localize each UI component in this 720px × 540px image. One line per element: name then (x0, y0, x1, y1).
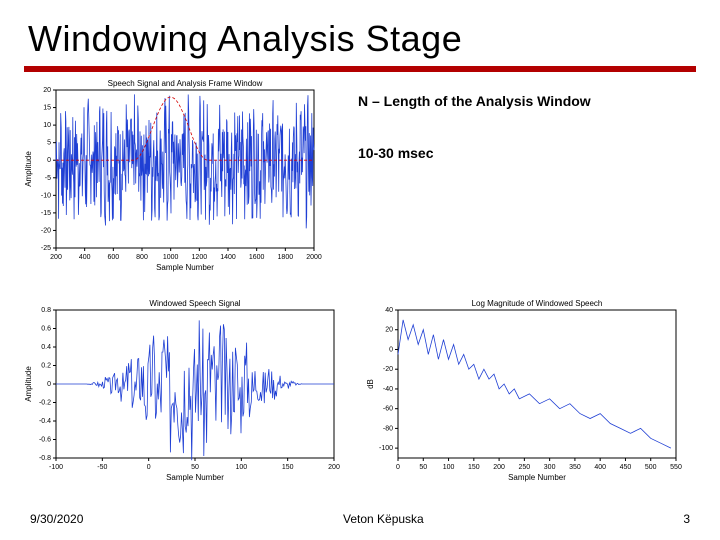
svg-text:150: 150 (468, 464, 480, 471)
svg-text:-0.6: -0.6 (39, 437, 51, 444)
svg-text:550: 550 (670, 464, 682, 471)
svg-text:-0.4: -0.4 (39, 418, 51, 425)
svg-text:0.8: 0.8 (41, 307, 51, 314)
svg-text:200: 200 (493, 464, 505, 471)
svg-text:dB: dB (366, 379, 375, 389)
svg-text:Sample Number: Sample Number (156, 263, 214, 272)
svg-text:1000: 1000 (163, 254, 179, 261)
svg-text:500: 500 (645, 464, 657, 471)
svg-text:200: 200 (50, 254, 62, 261)
svg-text:40: 40 (385, 307, 393, 314)
svg-text:Speech Signal and Analysis Fra: Speech Signal and Analysis Frame Window (108, 79, 263, 88)
svg-text:1400: 1400 (220, 254, 236, 261)
svg-text:-20: -20 (383, 366, 393, 373)
svg-text:300: 300 (544, 464, 556, 471)
svg-text:50: 50 (191, 464, 199, 471)
svg-text:250: 250 (519, 464, 531, 471)
svg-text:0.6: 0.6 (41, 326, 51, 333)
svg-text:-100: -100 (379, 445, 393, 452)
svg-text:Sample Number: Sample Number (166, 473, 224, 482)
svg-text:100: 100 (443, 464, 455, 471)
svg-text:200: 200 (328, 464, 340, 471)
svg-text:-10: -10 (41, 192, 51, 199)
svg-text:Sample Number: Sample Number (508, 473, 566, 482)
svg-text:400: 400 (79, 254, 91, 261)
svg-text:Log Magnitude of Windowed Spee: Log Magnitude of Windowed Speech (472, 299, 603, 308)
slide-footer: 9/30/2020 Veton Këpuska 3 (0, 512, 720, 526)
content-area: N – Length of the Analysis Window 10-30 … (28, 78, 692, 498)
svg-text:-0.8: -0.8 (39, 455, 51, 462)
chart-bottom-right: Log Magnitude of Windowed Speech Sample N… (364, 294, 684, 484)
svg-text:0.2: 0.2 (41, 363, 51, 370)
svg-text:Amplitude: Amplitude (24, 366, 33, 402)
svg-text:Windowed Speech Signal: Windowed Speech Signal (149, 299, 240, 308)
svg-text:350: 350 (569, 464, 581, 471)
svg-text:10: 10 (43, 122, 51, 129)
svg-text:-80: -80 (383, 425, 393, 432)
svg-text:-25: -25 (41, 245, 51, 252)
svg-text:0: 0 (389, 346, 393, 353)
svg-text:0: 0 (396, 464, 400, 471)
svg-text:2000: 2000 (306, 254, 322, 261)
svg-text:0: 0 (147, 464, 151, 471)
svg-text:600: 600 (107, 254, 119, 261)
chart-top: Speech Signal and Analysis Frame Window S… (22, 74, 322, 274)
svg-text:0: 0 (47, 381, 51, 388)
svg-text:1800: 1800 (278, 254, 294, 261)
svg-text:0.4: 0.4 (41, 344, 51, 351)
chart-bottom-left: Windowed Speech Signal Sample Number Ampli… (22, 294, 342, 484)
svg-text:-60: -60 (383, 406, 393, 413)
annotation-duration: 10-30 msec (358, 145, 434, 161)
svg-text:0: 0 (47, 157, 51, 164)
svg-text:-100: -100 (49, 464, 63, 471)
svg-text:15: 15 (43, 105, 51, 112)
svg-text:1200: 1200 (192, 254, 208, 261)
svg-text:-50: -50 (97, 464, 107, 471)
svg-text:100: 100 (235, 464, 247, 471)
svg-text:20: 20 (43, 87, 51, 94)
svg-text:400: 400 (594, 464, 606, 471)
svg-text:150: 150 (282, 464, 294, 471)
svg-text:-15: -15 (41, 210, 51, 217)
footer-author: Veton Këpuska (343, 512, 424, 526)
svg-text:Amplitude: Amplitude (24, 151, 33, 187)
title-underline (24, 66, 696, 72)
svg-text:450: 450 (620, 464, 632, 471)
svg-text:20: 20 (385, 327, 393, 334)
annotation-length: N – Length of the Analysis Window (358, 93, 591, 109)
svg-text:-0.2: -0.2 (39, 400, 51, 407)
svg-text:50: 50 (419, 464, 427, 471)
svg-text:800: 800 (136, 254, 148, 261)
svg-text:5: 5 (47, 140, 51, 147)
svg-text:1600: 1600 (249, 254, 265, 261)
footer-date: 9/30/2020 (30, 512, 83, 526)
slide-title: Windowing Analysis Stage (28, 18, 692, 60)
footer-page: 3 (683, 512, 690, 526)
svg-text:-20: -20 (41, 227, 51, 234)
svg-text:-5: -5 (45, 175, 51, 182)
svg-text:-40: -40 (383, 386, 393, 393)
